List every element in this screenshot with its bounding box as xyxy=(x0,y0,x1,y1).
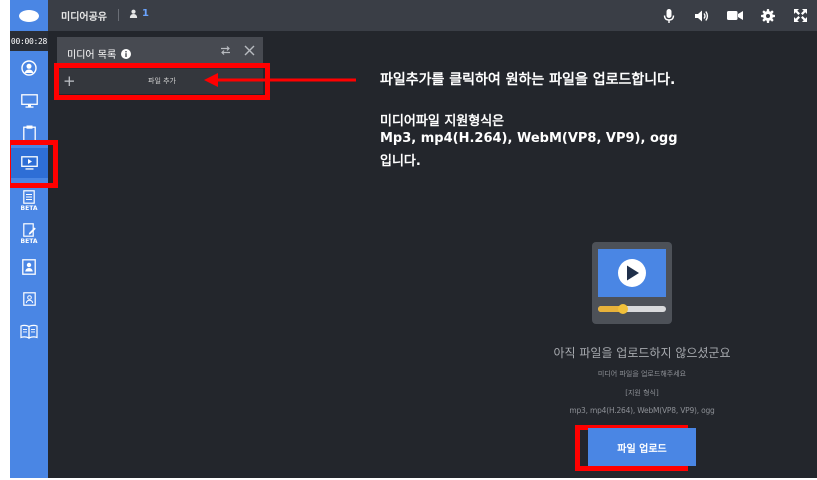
media-player-illustration-icon xyxy=(592,242,672,324)
beta-label: BETA xyxy=(20,238,38,245)
document-icon xyxy=(23,190,35,204)
upload-file-button[interactable]: 파일 업로드 xyxy=(588,428,696,466)
user-icon xyxy=(129,9,138,18)
sidebar: 00:00:28 BETA BETA xyxy=(10,31,48,478)
clipboard-icon xyxy=(22,125,36,142)
open-book-icon xyxy=(20,324,38,339)
logo[interactable] xyxy=(10,0,48,31)
sidebar-item-edit-beta[interactable]: BETA xyxy=(10,220,48,248)
media-list-title-text: 미디어 목록 xyxy=(67,50,117,61)
annotation-line-4: 입니다. xyxy=(380,154,421,169)
microphone-button[interactable] xyxy=(652,0,685,31)
participant-count[interactable]: 1 xyxy=(129,8,149,19)
supported-formats: mp3, mp4(H.264), WebM(VP8, VP9), ogg xyxy=(569,406,715,415)
sidebar-item-book[interactable] xyxy=(10,318,48,344)
annotation-line-3: Mp3, mp4(H.264), WebM(VP8, VP9), ogg xyxy=(380,131,678,146)
speaker-icon xyxy=(694,10,708,21)
id-card-icon xyxy=(22,292,36,306)
sidebar-item-document-beta[interactable]: BETA xyxy=(10,187,48,215)
empty-state-subtitle: 미디어 파일을 업로드해주세요 xyxy=(597,370,687,378)
microphone-icon xyxy=(663,8,674,23)
speaker-button[interactable] xyxy=(685,0,718,31)
edit-document-icon xyxy=(22,223,36,237)
supported-formats-label: [지원 형식] xyxy=(625,389,659,397)
settings-button[interactable] xyxy=(751,0,784,31)
top-toolbar xyxy=(652,0,817,31)
user-circle-icon xyxy=(21,60,37,76)
participant-count-value: 1 xyxy=(142,8,149,19)
swap-icon[interactable] xyxy=(220,45,231,56)
media-share-app: 미디어공유 1 00:00:28 BETA BETA 미디어 목록 + 파일 추… xyxy=(10,0,817,478)
sidebar-item-screen[interactable] xyxy=(10,89,48,113)
highlight-box-sidebar xyxy=(10,140,58,188)
top-bar: 미디어공유 1 xyxy=(10,0,817,31)
camera-button[interactable] xyxy=(718,0,751,31)
annotation-line-2: 미디어파일 지원형식은 xyxy=(380,114,505,129)
gear-icon xyxy=(760,8,775,23)
beta-label: BETA xyxy=(20,205,38,212)
sidebar-item-id-card[interactable] xyxy=(10,287,48,311)
fullscreen-button[interactable] xyxy=(784,0,817,31)
video-camera-icon xyxy=(726,11,743,20)
contact-book-icon xyxy=(22,259,36,275)
sidebar-item-profile[interactable] xyxy=(10,56,48,80)
expand-icon xyxy=(794,9,807,22)
session-timer: 00:00:28 xyxy=(10,31,48,51)
page-title: 미디어공유 xyxy=(61,12,107,23)
sidebar-item-contact-book[interactable] xyxy=(10,255,48,279)
monitor-icon xyxy=(20,94,38,108)
empty-state-title: 아직 파일을 업로드하지 않으셨군요 xyxy=(553,346,731,360)
media-list-title: 미디어 목록 xyxy=(67,46,132,61)
cloud-logo-icon xyxy=(19,9,39,22)
arrow-left-icon xyxy=(204,73,356,87)
media-list-actions xyxy=(220,45,255,56)
close-icon[interactable] xyxy=(244,45,255,56)
info-icon[interactable] xyxy=(121,48,132,59)
title-divider xyxy=(118,9,119,21)
annotation-line-1: 파일추가를 클릭하여 원하는 파일을 업로드합니다. xyxy=(380,72,676,88)
